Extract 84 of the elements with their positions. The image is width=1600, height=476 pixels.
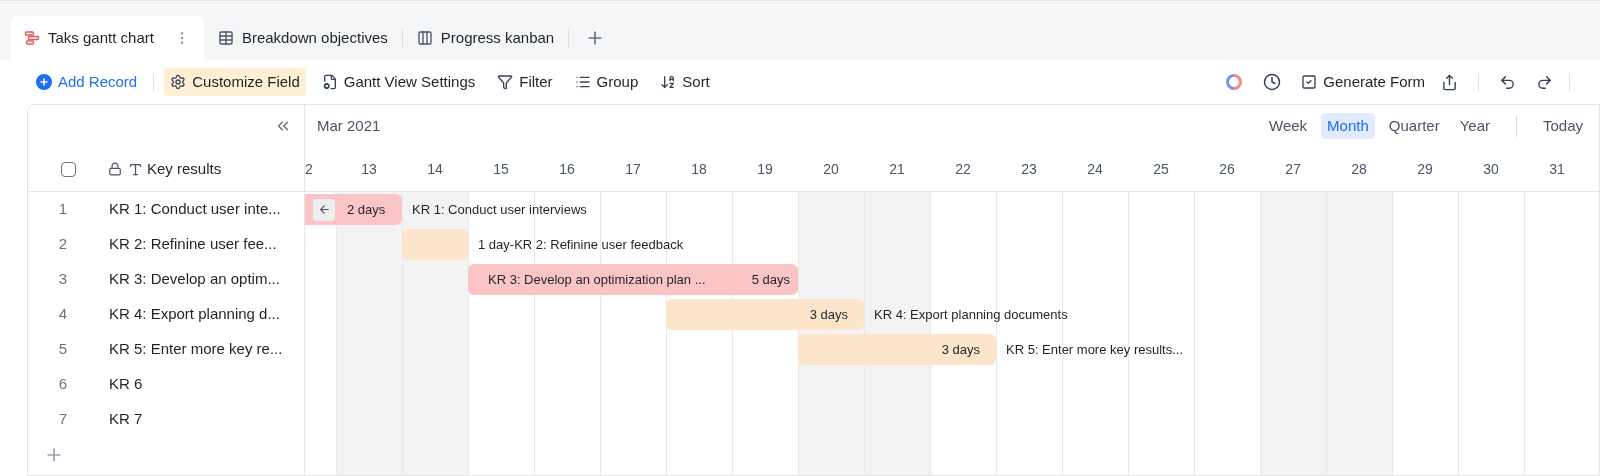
- day-label: 29: [1416, 159, 1434, 179]
- bar-text: KR 3: Develop an optimization plan ...: [488, 270, 706, 289]
- sort-icon: [660, 74, 677, 90]
- day-label: 24: [1086, 159, 1104, 179]
- view-tab[interactable]: Breakdown objectives: [203, 16, 402, 60]
- toolbar-button[interactable]: Gantt View Settings: [315, 68, 482, 96]
- day-label: 16: [558, 159, 576, 179]
- share-icon[interactable]: [1441, 73, 1458, 91]
- record-title[interactable]: KR 1: Conduct user inte...: [109, 198, 281, 221]
- list-icon: [574, 74, 591, 90]
- view-tab[interactable]: Progress kanban: [402, 16, 569, 60]
- filter-icon: [497, 74, 514, 90]
- day-label: 20: [822, 159, 840, 179]
- task-bar[interactable]: 3 days: [666, 299, 864, 330]
- day-label: 14: [426, 159, 444, 179]
- day-label: 13: [360, 159, 378, 179]
- document-gear-icon: [321, 74, 338, 90]
- day-label: 17: [624, 159, 642, 179]
- toolbar-button[interactable]: Group: [568, 68, 645, 96]
- task-bar[interactable]: KR 3: Develop an optimization plan ... 5 days: [468, 264, 798, 295]
- undo-icon[interactable]: [1499, 73, 1516, 91]
- toolbar-button[interactable]: Add Record: [30, 68, 144, 96]
- row-number: 1: [57, 199, 69, 220]
- scale-tab[interactable]: Year: [1453, 113, 1496, 139]
- bar-label: 1 day-KR 2: Refinine user feedback: [477, 235, 685, 254]
- checkbox-icon: [1301, 74, 1318, 90]
- bar-text: 2 days: [347, 200, 386, 219]
- scale-tab[interactable]: Quarter: [1382, 113, 1446, 139]
- record-title[interactable]: KR 2: Refinine user fee...: [109, 233, 277, 256]
- day-label: 21: [888, 159, 906, 179]
- row-number: 5: [57, 339, 69, 360]
- column-header: Key results: [147, 158, 222, 179]
- toolbar-button[interactable]: Filter: [491, 68, 559, 96]
- record-title[interactable]: KR 4: Export planning d...: [109, 303, 280, 326]
- record-title[interactable]: KR 7: [109, 408, 143, 431]
- ring-icon[interactable]: [1225, 73, 1244, 91]
- row-number: 4: [57, 304, 69, 325]
- checkbox[interactable]: [60, 161, 76, 177]
- day-label: 31: [1548, 159, 1566, 179]
- day-label: 15: [492, 159, 510, 179]
- task-bar[interactable]: 2 days: [305, 194, 402, 225]
- row-number: 2: [57, 234, 69, 255]
- toolbar-button[interactable]: Customize Field: [164, 68, 306, 96]
- clock-icon[interactable]: [1263, 73, 1282, 91]
- lock-icon: [108, 162, 122, 176]
- task-bar[interactable]: 3 days: [798, 334, 996, 365]
- arrow-left-icon: [317, 203, 331, 216]
- record-title[interactable]: KR 5: Enter more key re...: [109, 338, 283, 361]
- record-title[interactable]: KR 3: Develop an optim...: [109, 268, 280, 291]
- scale-tab[interactable]: Month: [1321, 113, 1375, 139]
- bar-label: KR 4: Export planning documents: [873, 305, 1069, 324]
- generate-form-button[interactable]: Generate Form: [1301, 70, 1425, 94]
- today-button[interactable]: Today: [1536, 114, 1589, 138]
- bar-label: KR 1: Conduct user interviews: [411, 200, 588, 219]
- bar-label: KR 5: Enter more key results...: [1005, 340, 1184, 359]
- columns-icon: [416, 30, 433, 46]
- day-label: 2: [305, 159, 314, 179]
- table-icon: [217, 30, 234, 46]
- day-label: 28: [1350, 159, 1368, 179]
- day-label: 18: [690, 159, 708, 179]
- redo-icon[interactable]: [1536, 73, 1553, 91]
- day-label: 23: [1020, 159, 1038, 179]
- text-field-icon: [128, 161, 143, 177]
- day-label: 19: [756, 159, 774, 179]
- day-label: 26: [1218, 159, 1236, 179]
- add-icon: [36, 74, 52, 90]
- day-label: 30: [1482, 159, 1500, 179]
- row-number: 6: [57, 374, 69, 395]
- settings-icon: [170, 74, 187, 90]
- day-label: 27: [1284, 159, 1302, 179]
- row-number: 3: [57, 269, 69, 290]
- month-label: Mar 2021: [317, 115, 381, 136]
- day-label: 22: [954, 159, 972, 179]
- bar-text: 5 days: [751, 270, 790, 289]
- scroll-left-button[interactable]: [313, 198, 335, 221]
- gantt-icon: [24, 30, 40, 46]
- scale-tab[interactable]: Week: [1263, 113, 1314, 139]
- toolbar-button[interactable]: Sort: [654, 68, 716, 96]
- bar-text: 3 days: [809, 305, 848, 324]
- row-number: 7: [57, 409, 69, 430]
- record-title[interactable]: KR 6: [109, 373, 143, 396]
- view-tab[interactable]: Taks gantt chart: [10, 16, 204, 60]
- day-label: 25: [1152, 159, 1170, 179]
- bar-text: 3 days: [941, 340, 980, 359]
